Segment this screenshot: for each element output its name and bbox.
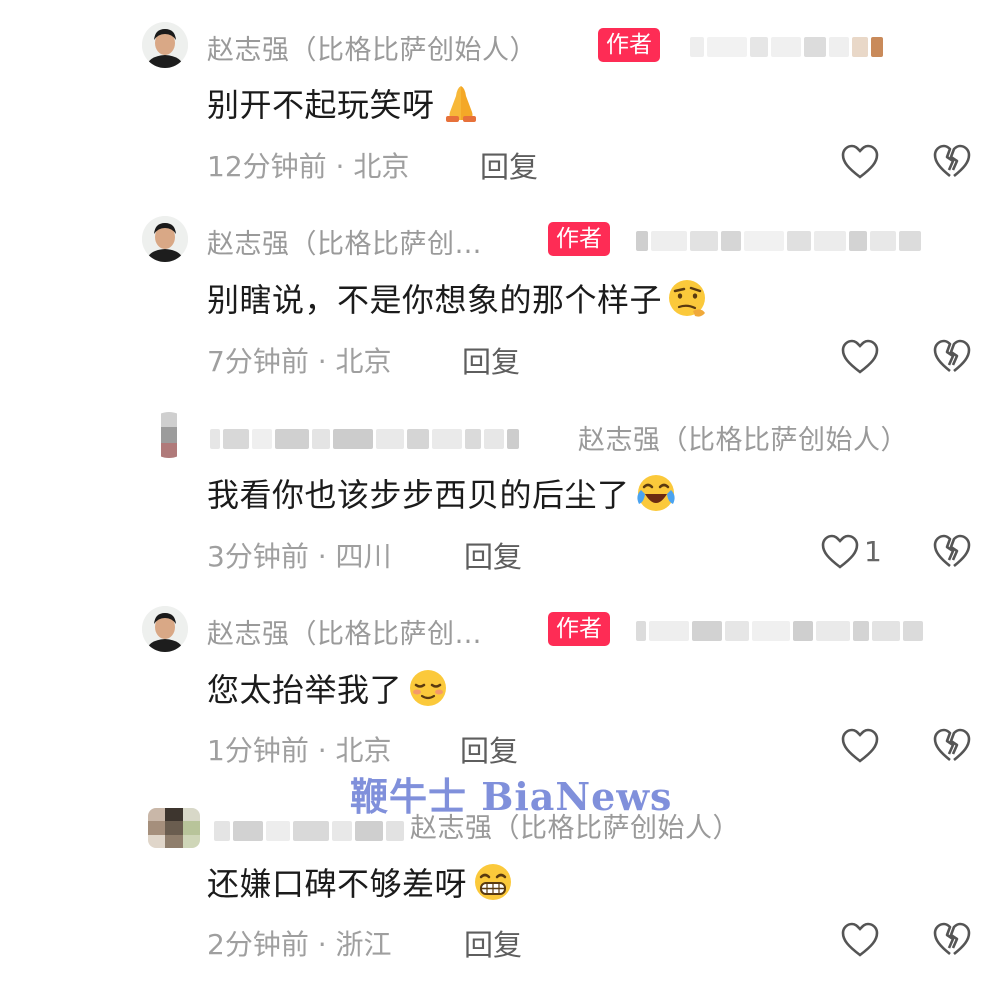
comment-text-content: 我看你也该步步西贝的后尘了 xyxy=(207,476,630,514)
heart-outline-icon[interactable] xyxy=(840,727,880,769)
comment-meta: 1分钟前 · 北京 xyxy=(207,734,392,767)
reply-to-name[interactable]: 赵志强（比格比萨创始人） xyxy=(578,418,908,457)
reply-button[interactable]: 回复 xyxy=(460,728,518,770)
heart-outline-icon[interactable] xyxy=(840,921,880,963)
shy-smile-emoji-icon xyxy=(405,667,451,717)
comment-meta: 2分钟前 · 浙江 xyxy=(207,928,392,961)
reply-button[interactable]: 回复 xyxy=(464,534,522,576)
like-count: 1 xyxy=(864,535,882,568)
comment-text: 我看你也该步步西贝的后尘了 xyxy=(207,470,679,522)
thinking-emoji-icon xyxy=(665,277,711,327)
user-avatar-mosaic[interactable] xyxy=(148,808,200,848)
broken-heart-icon[interactable] xyxy=(932,338,972,380)
comment-meta: 7分钟前 · 北京 xyxy=(207,345,392,378)
broken-heart-icon[interactable] xyxy=(932,921,972,963)
comment-text: 别开不起玩笑呀 xyxy=(207,80,484,132)
comment-text-content: 别瞎说，不是你想象的那个样子 xyxy=(207,281,663,319)
comment-text-content: 您太抬举我了 xyxy=(207,671,403,709)
broken-heart-icon[interactable] xyxy=(932,727,972,769)
author-badge: 作者 xyxy=(548,222,610,256)
heart-outline-icon[interactable] xyxy=(820,533,860,575)
blurred-reply-target xyxy=(636,620,923,642)
comment-meta: 3分钟前 · 四川 xyxy=(207,540,392,573)
reply-button[interactable]: 回复 xyxy=(462,339,520,381)
reply-button[interactable]: 回复 xyxy=(480,144,538,186)
comment-text: 您太抬举我了 xyxy=(207,665,451,717)
grin-emoji-icon xyxy=(470,861,516,911)
author-avatar[interactable] xyxy=(142,606,188,652)
blurred-username xyxy=(214,820,404,842)
reply-to-name[interactable]: 赵志强（比格比萨创始人） xyxy=(410,806,740,845)
heart-outline-icon[interactable] xyxy=(840,338,880,380)
blurred-reply-target xyxy=(636,230,921,252)
author-name[interactable]: 赵志强（比格比萨创始人） xyxy=(207,28,537,67)
author-badge: 作者 xyxy=(598,28,660,62)
comment-text-content: 别开不起玩笑呀 xyxy=(207,86,435,124)
comment-text: 别瞎说，不是你想象的那个样子 xyxy=(207,275,711,327)
blurred-username xyxy=(210,428,519,450)
author-name[interactable]: 赵志强（比格比萨创… xyxy=(207,222,482,261)
comment-text: 还嫌口碑不够差呀 xyxy=(207,859,516,911)
laugh-cry-emoji-icon xyxy=(633,472,679,522)
author-name[interactable]: 赵志强（比格比萨创… xyxy=(207,612,482,651)
reply-button[interactable]: 回复 xyxy=(464,922,522,964)
author-avatar[interactable] xyxy=(142,22,188,68)
heart-outline-icon[interactable] xyxy=(840,143,880,185)
pray-emoji-icon xyxy=(438,82,484,132)
user-avatar-mosaic[interactable] xyxy=(146,412,192,458)
author-avatar[interactable] xyxy=(142,216,188,262)
comment-text-content: 还嫌口碑不够差呀 xyxy=(207,865,468,903)
blurred-reply-target xyxy=(690,36,883,58)
broken-heart-icon[interactable] xyxy=(932,533,972,575)
author-badge: 作者 xyxy=(548,612,610,646)
comment-meta: 12分钟前 · 北京 xyxy=(207,150,410,183)
broken-heart-icon[interactable] xyxy=(932,143,972,185)
